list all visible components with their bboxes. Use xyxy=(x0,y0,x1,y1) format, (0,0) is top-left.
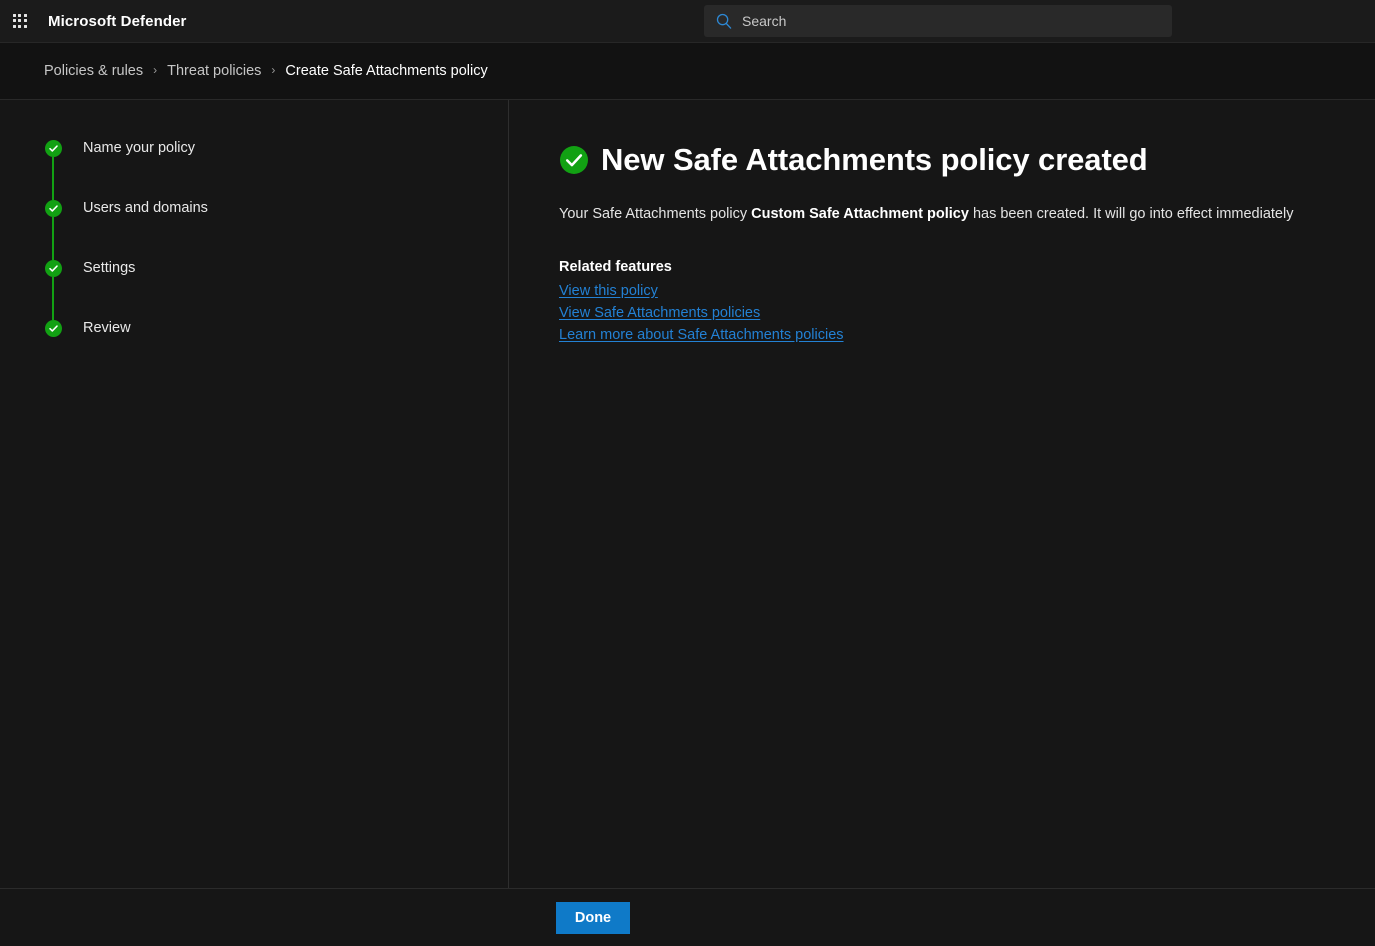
step-marker xyxy=(44,200,62,260)
description-suffix: has been created. It will go into effect… xyxy=(968,206,1294,222)
related-links-list: View this policy View Safe Attachments p… xyxy=(559,280,1375,346)
breadcrumb: Policies & rules › Threat policies › Cre… xyxy=(0,43,1375,100)
check-circle-icon xyxy=(44,140,62,157)
step-connector-line xyxy=(52,157,54,200)
breadcrumb-item-current: Create Safe Attachments policy xyxy=(285,63,488,79)
wizard-step-rail: Name your policy Users and domains Setti… xyxy=(0,100,509,888)
brand-title: Microsoft Defender xyxy=(48,12,187,30)
search-input[interactable] xyxy=(742,13,1162,29)
related-features-heading: Related features xyxy=(559,259,672,275)
link-learn-more-safe-attachments[interactable]: Learn more about Safe Attachments polici… xyxy=(559,324,844,346)
global-search-box[interactable] xyxy=(704,5,1172,37)
check-circle-icon xyxy=(559,145,589,175)
step-marker xyxy=(44,320,62,337)
step-marker xyxy=(44,260,62,320)
wizard-step-label: Name your policy xyxy=(83,140,196,156)
done-button[interactable]: Done xyxy=(556,901,630,934)
check-circle-icon xyxy=(44,260,62,277)
breadcrumb-item-policies-rules[interactable]: Policies & rules xyxy=(44,63,143,79)
link-view-safe-attachments-policies[interactable]: View Safe Attachments policies xyxy=(559,302,760,324)
wizard-step-users-and-domains[interactable]: Users and domains xyxy=(44,200,508,260)
search-icon xyxy=(714,11,734,31)
app-launcher-button[interactable] xyxy=(0,0,40,43)
result-header: New Safe Attachments policy created xyxy=(559,142,1375,178)
wizard-step-label: Review xyxy=(83,320,131,336)
check-circle-icon xyxy=(44,200,62,217)
page-body: Name your policy Users and domains Setti… xyxy=(0,100,1375,889)
page-title: New Safe Attachments policy created xyxy=(601,142,1148,177)
defender-app-window: Microsoft Defender Policies & rules › Th… xyxy=(0,0,1375,946)
top-header-bar: Microsoft Defender xyxy=(0,0,1375,43)
wizard-step-label: Users and domains xyxy=(83,200,208,216)
footer-action-bar: Done xyxy=(0,889,1375,946)
check-circle-icon xyxy=(44,320,62,337)
app-launcher-grid-icon xyxy=(12,13,28,29)
description-prefix: Your Safe Attachments policy xyxy=(559,206,752,222)
wizard-step-label: Settings xyxy=(83,260,136,276)
breadcrumb-item-threat-policies[interactable]: Threat policies xyxy=(167,63,261,79)
link-view-this-policy[interactable]: View this policy xyxy=(559,280,658,302)
wizard-steps-list: Name your policy Users and domains Setti… xyxy=(44,140,508,337)
wizard-step-name-your-policy[interactable]: Name your policy xyxy=(44,140,508,200)
wizard-step-settings[interactable]: Settings xyxy=(44,260,508,320)
step-marker xyxy=(44,140,62,200)
result-description: Your Safe Attachments policy Custom Safe… xyxy=(559,204,1375,224)
breadcrumb-separator-icon: › xyxy=(153,63,158,77)
policy-name-text: Custom Safe Attachment policy xyxy=(751,206,969,222)
step-connector-line xyxy=(52,277,54,320)
main-content-pane: New Safe Attachments policy created Your… xyxy=(509,100,1375,888)
step-connector-line xyxy=(52,217,54,260)
wizard-step-review[interactable]: Review xyxy=(44,320,508,337)
breadcrumb-separator-icon: › xyxy=(271,63,276,77)
